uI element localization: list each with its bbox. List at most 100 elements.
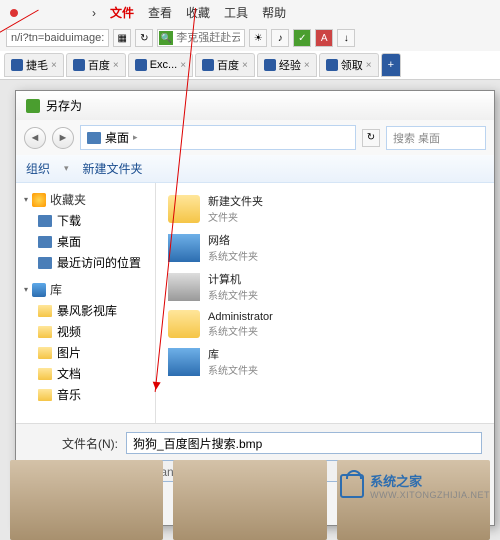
list-item[interactable]: 计算机系统文件夹	[162, 267, 488, 306]
search-input[interactable]	[173, 31, 243, 45]
tab-label: Exc...	[150, 59, 178, 71]
close-icon[interactable]: ×	[113, 60, 119, 71]
tab-label: 百度	[88, 57, 110, 73]
sidebar-item-label: 最近访问的位置	[57, 254, 141, 271]
sidebar-item-video[interactable]: 视频	[20, 321, 151, 342]
sidebar-item-desktop[interactable]: 桌面	[20, 231, 151, 252]
watermark-url: WWW.XITONGZHIJIA.NET	[370, 490, 490, 500]
paw-icon	[135, 59, 147, 71]
file-list: 新建文件夹文件夹 网络系统文件夹 计算机系统文件夹 Administrator系…	[156, 183, 494, 423]
sidebar-item-recent[interactable]: 最近访问的位置	[20, 252, 151, 273]
sidebar-item-pictures[interactable]: 图片	[20, 342, 151, 363]
menu-view[interactable]: 查看	[148, 4, 172, 21]
sidebar-item-label: 文档	[57, 365, 81, 382]
file-name: 网络	[208, 232, 258, 248]
paw-icon	[11, 59, 23, 71]
toolbar-icon-1[interactable]: ☀	[249, 29, 267, 47]
star-icon	[32, 193, 46, 207]
qr-icon[interactable]: ▦	[113, 29, 131, 47]
paw-icon	[264, 59, 276, 71]
sidebar-item-label: 音乐	[57, 386, 81, 403]
sidebar-item-label: 下载	[57, 212, 81, 229]
close-icon[interactable]: ×	[366, 60, 372, 71]
menu-file[interactable]: 文件	[110, 4, 134, 21]
paw-icon	[326, 59, 338, 71]
download-icon[interactable]: ↓	[337, 29, 355, 47]
sidebar-item-label: 图片	[57, 344, 81, 361]
file-type: 文件夹	[208, 209, 263, 224]
close-icon[interactable]: ×	[242, 60, 248, 71]
forward-button[interactable]: ►	[52, 127, 74, 149]
sidebar-libraries-head[interactable]: ▾库	[20, 279, 151, 300]
paw-icon	[73, 59, 85, 71]
watermark: 系统之家 WWW.XITONGZHIJIA.NET	[340, 471, 490, 500]
new-folder-button[interactable]: 新建文件夹	[83, 160, 143, 177]
menu-help[interactable]: 帮助	[262, 4, 286, 21]
shield-icon[interactable]: ✓	[293, 29, 311, 47]
list-item[interactable]: 网络系统文件夹	[162, 228, 488, 267]
tab[interactable]: 领取×	[319, 53, 379, 77]
back-button[interactable]: ◄	[24, 127, 46, 149]
sidebar-item-downloads[interactable]: 下载	[20, 210, 151, 231]
folder-icon	[38, 347, 52, 359]
toolbar-icon-2[interactable]: ♪	[271, 29, 289, 47]
file-name: 计算机	[208, 271, 258, 287]
file-type: 系统文件夹	[208, 248, 258, 263]
sidebar-item-stormvideo[interactable]: 暴风影视库	[20, 300, 151, 321]
path-segment: 桌面	[105, 129, 129, 146]
search-box[interactable]: 🔍	[157, 29, 245, 47]
folder-search[interactable]: 搜索 桌面	[386, 126, 486, 150]
close-icon[interactable]: ×	[180, 60, 186, 71]
refresh-path-button[interactable]: ↻	[362, 129, 380, 147]
menu-tools[interactable]: 工具	[224, 4, 248, 21]
sidebar-item-label: 视频	[57, 323, 81, 340]
sidebar-item-label: 桌面	[57, 233, 81, 250]
library-icon	[168, 348, 200, 376]
folder-icon	[38, 389, 52, 401]
search-placeholder: 搜索 桌面	[393, 130, 440, 146]
library-icon	[32, 283, 46, 297]
tab[interactable]: 百度×	[195, 53, 255, 77]
tab[interactable]: 经验×	[257, 53, 317, 77]
thumbnail-image	[10, 460, 163, 540]
organize-button[interactable]: 组织	[26, 160, 50, 177]
folder-icon	[38, 215, 52, 227]
tab[interactable]: 捷毛×	[4, 53, 64, 77]
folder-icon	[38, 305, 52, 317]
menu-bar: › 文件 查看 收藏 工具 帮助	[0, 0, 500, 25]
url-fragment[interactable]: n/i?tn=baiduimage:	[6, 29, 109, 47]
translate-icon[interactable]: A	[315, 29, 333, 47]
file-name: 新建文件夹	[208, 193, 263, 209]
tab-label: 百度	[217, 57, 239, 73]
tab[interactable]: 百度×	[66, 53, 126, 77]
watermark-title: 系统之家	[370, 471, 490, 490]
tab-strip: 捷毛× 百度× Exc...× 百度× 经验× 领取× +	[0, 51, 500, 79]
filename-label: 文件名(N):	[28, 435, 118, 452]
filename-input[interactable]	[126, 432, 482, 454]
refresh-icon[interactable]: ↻	[135, 29, 153, 47]
sidebar-item-music[interactable]: 音乐	[20, 384, 151, 405]
recent-icon	[38, 257, 52, 269]
list-item[interactable]: 库系统文件夹	[162, 342, 488, 381]
list-item[interactable]: 新建文件夹文件夹	[162, 189, 488, 228]
tab[interactable]: Exc...×	[128, 53, 193, 77]
new-tab-button[interactable]: +	[381, 53, 401, 77]
network-icon	[168, 234, 200, 262]
close-icon[interactable]: ×	[304, 60, 310, 71]
breadcrumb[interactable]: 桌面 ▸	[80, 125, 356, 150]
folder-icon	[168, 195, 200, 223]
search-icon: 🔍	[159, 31, 173, 45]
list-item[interactable]: Administrator系统文件夹	[162, 306, 488, 342]
dialog-titlebar: 另存为	[16, 91, 494, 120]
menu-favorites[interactable]: 收藏	[186, 4, 210, 21]
thumbnail-image	[173, 460, 326, 540]
sidebar-head-label: 库	[50, 281, 62, 298]
paw-icon	[202, 59, 214, 71]
sidebar-item-documents[interactable]: 文档	[20, 363, 151, 384]
sidebar: ▾收藏夹 下载 桌面 最近访问的位置 ▾库 暴风影视库 视频 图片 文档 音乐	[16, 183, 156, 423]
sidebar-favorites-head[interactable]: ▾收藏夹	[20, 189, 151, 210]
file-name: 库	[208, 346, 258, 362]
close-icon[interactable]: ×	[51, 60, 57, 71]
user-icon	[168, 310, 200, 338]
record-dot-icon	[10, 9, 18, 17]
